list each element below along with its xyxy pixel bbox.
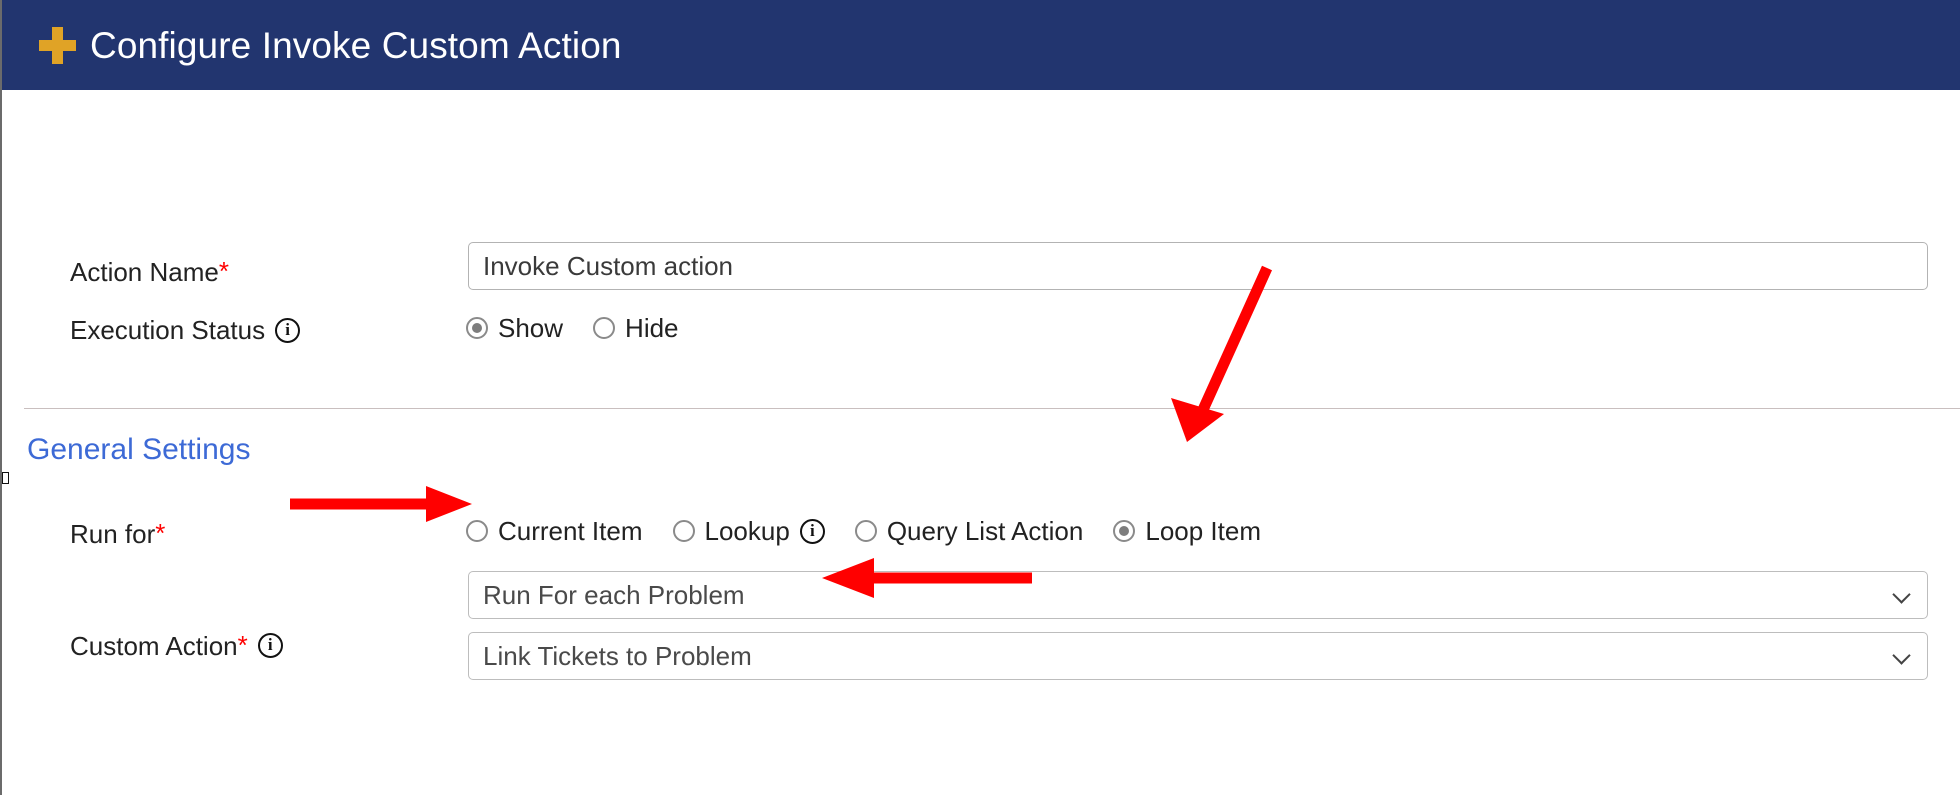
run-for-label: Run for bbox=[70, 518, 156, 549]
custom-action-label-row: Custom Action * i bbox=[70, 630, 283, 661]
execution-status-option-hide[interactable]: Hide bbox=[593, 313, 679, 343]
run-for-option-loop-item[interactable]: Loop Item bbox=[1113, 518, 1261, 544]
radio-dot-hide[interactable] bbox=[593, 317, 616, 339]
radio-dot-loop-item[interactable] bbox=[1113, 520, 1136, 542]
info-icon[interactable]: i bbox=[257, 633, 283, 658]
left-edge-marker bbox=[2, 472, 9, 484]
run-for-option-query-list-action[interactable]: Query List Action bbox=[854, 516, 1084, 546]
page-header: Configure Invoke Custom Action bbox=[2, 0, 1960, 90]
run-for-query-list-action-label: Query List Action bbox=[886, 516, 1084, 546]
loop-source-select-value: Run For each Problem bbox=[483, 582, 745, 608]
radio-dot-query-list-action[interactable] bbox=[854, 520, 877, 542]
run-for-option-lookup[interactable]: Lookup i bbox=[672, 516, 825, 546]
loop-source-select[interactable]: Run For each Problem bbox=[468, 571, 1928, 619]
info-icon[interactable]: i bbox=[275, 317, 301, 343]
run-for-label-row: Run for * bbox=[70, 518, 165, 549]
execution-status-hide-label: Hide bbox=[625, 313, 679, 343]
custom-action-select-value: Link Tickets to Problem bbox=[483, 643, 752, 669]
plus-icon bbox=[38, 26, 76, 64]
action-name-required-marker: * bbox=[218, 256, 229, 286]
run-for-option-current-item[interactable]: Current Item bbox=[466, 518, 643, 544]
section-divider bbox=[24, 408, 1960, 409]
execution-status-show-label: Show bbox=[498, 313, 564, 343]
custom-action-label: Custom Action bbox=[70, 630, 238, 661]
custom-action-select[interactable]: Link Tickets to Problem bbox=[468, 632, 1928, 680]
run-for-loop-item-label: Loop Item bbox=[1145, 516, 1261, 546]
action-name-input[interactable] bbox=[468, 242, 1928, 290]
info-icon[interactable]: i bbox=[799, 518, 825, 544]
radio-dot-lookup[interactable] bbox=[672, 520, 695, 542]
form-area: Action Name* Execution Status i Show Hid… bbox=[2, 90, 1960, 795]
run-for-required-marker: * bbox=[155, 518, 166, 548]
execution-status-label: Execution Status bbox=[70, 315, 266, 345]
configure-invoke-custom-action-page: Configure Invoke Custom Action Action Na… bbox=[0, 0, 1960, 795]
action-name-label: Action Name bbox=[70, 256, 219, 287]
execution-status-label-row: Execution Status i bbox=[70, 315, 301, 345]
chevron-down-icon[interactable] bbox=[1891, 584, 1913, 606]
action-name-label-row: Action Name * bbox=[70, 256, 229, 287]
page-title: Configure Invoke Custom Action bbox=[90, 24, 622, 66]
run-for-current-item-label: Current Item bbox=[498, 516, 643, 546]
run-for-radio-group: Current Item Lookup i Query List Action … bbox=[466, 518, 1261, 544]
run-for-lookup-label: Lookup bbox=[704, 516, 790, 546]
execution-status-option-show[interactable]: Show bbox=[466, 315, 563, 341]
radio-dot-show[interactable] bbox=[466, 317, 488, 339]
custom-action-required-marker: * bbox=[237, 630, 248, 660]
general-settings-heading: General Settings bbox=[27, 433, 251, 466]
radio-dot-current-item[interactable] bbox=[466, 520, 488, 542]
chevron-down-icon[interactable] bbox=[1891, 645, 1913, 667]
execution-status-radio-group: Show Hide bbox=[466, 315, 679, 341]
